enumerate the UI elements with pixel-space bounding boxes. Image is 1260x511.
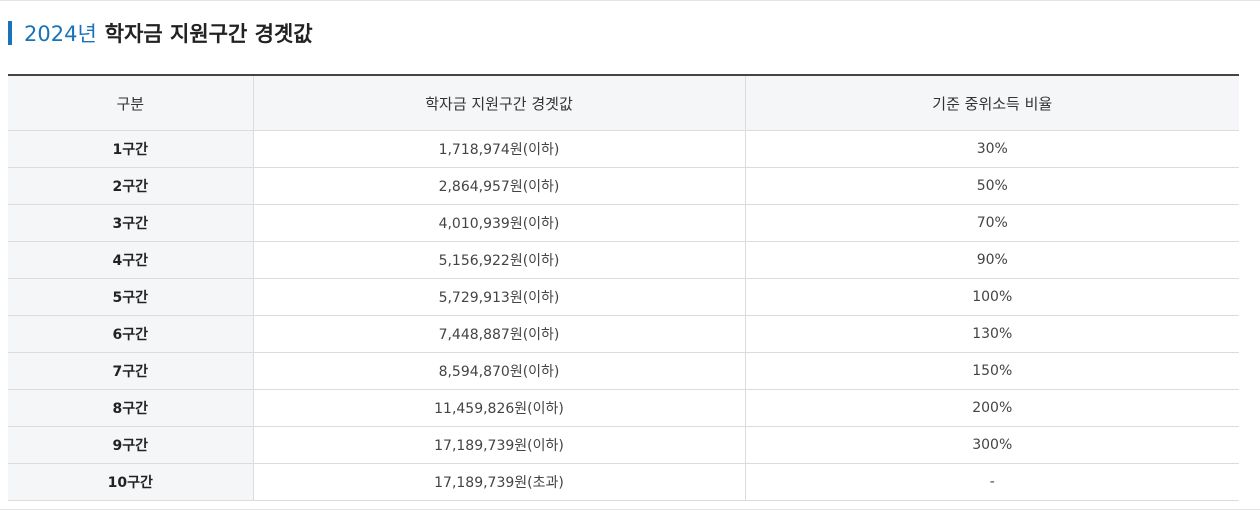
median-ratio-cell: 100% [744,278,1239,316]
table-row: 7구간 8,594,870원(이하) 150% [8,352,1239,390]
median-ratio-cell: - [744,463,1239,501]
table-row: 5구간 5,729,913원(이하) 100% [8,278,1239,316]
table-row: 10구간 17,189,739원(초과) - [8,463,1239,501]
bracket-label-cell: 1구간 [8,130,253,168]
table-header: 구분 학자금 지원구간 경곗값 기준 중위소득 비율 [8,75,1239,131]
table-row: 1구간 1,718,974원(이하) 30% [8,130,1239,168]
median-ratio-cell: 90% [744,241,1239,279]
bracket-label-cell: 8구간 [8,389,253,427]
table-body: 1구간 1,718,974원(이하) 30% 2구간 2,864,957원(이하… [8,130,1239,501]
threshold-cell: 7,448,887원(이하) [252,315,745,353]
bracket-label-cell: 6구간 [8,315,253,353]
table-row: 6구간 7,448,887원(이하) 130% [8,315,1239,353]
table-header-row: 구분 학자금 지원구간 경곗값 기준 중위소득 비율 [8,75,1239,131]
bracket-label-cell: 4구간 [8,241,253,279]
section-heading: 2024년 학자금 지원구간 경곗값 [8,20,313,46]
threshold-cell: 11,459,826원(이하) [252,389,745,427]
threshold-cell: 5,729,913원(이하) [252,278,745,316]
bracket-label-cell: 10구간 [8,463,253,501]
threshold-cell: 8,594,870원(이하) [252,352,745,390]
column-header-threshold: 학자금 지원구간 경곗값 [252,75,745,131]
bracket-label-cell: 2구간 [8,167,253,205]
heading-year: 2024년 [24,22,97,46]
table-row: 2구간 2,864,957원(이하) 50% [8,167,1239,205]
support-bracket-table: 구분 학자금 지원구간 경곗값 기준 중위소득 비율 1구간 1,718,974… [8,74,1239,501]
bracket-label-cell: 7구간 [8,352,253,390]
median-ratio-cell: 30% [744,130,1239,168]
threshold-cell: 5,156,922원(이하) [252,241,745,279]
bracket-label-cell: 5구간 [8,278,253,316]
bottom-divider [0,509,1260,510]
heading-accent-bar [8,21,12,45]
median-ratio-cell: 300% [744,426,1239,464]
threshold-cell: 2,864,957원(이하) [252,167,745,205]
median-ratio-cell: 130% [744,315,1239,353]
heading-title: 학자금 지원구간 경곗값 [104,22,313,46]
table-row: 9구간 17,189,739원(이하) 300% [8,426,1239,464]
bracket-label-cell: 9구간 [8,426,253,464]
threshold-cell: 4,010,939원(이하) [252,204,745,242]
top-divider [0,0,1260,1]
median-ratio-cell: 70% [744,204,1239,242]
table-row: 3구간 4,010,939원(이하) 70% [8,204,1239,242]
column-header-median-ratio: 기준 중위소득 비율 [744,75,1239,131]
median-ratio-cell: 50% [744,167,1239,205]
table-row: 4구간 5,156,922원(이하) 90% [8,241,1239,279]
threshold-cell: 17,189,739원(이하) [252,426,745,464]
column-header-category: 구분 [8,75,253,131]
table-row: 8구간 11,459,826원(이하) 200% [8,389,1239,427]
threshold-cell: 17,189,739원(초과) [252,463,745,501]
median-ratio-cell: 200% [744,389,1239,427]
bracket-label-cell: 3구간 [8,204,253,242]
threshold-cell: 1,718,974원(이하) [252,130,745,168]
median-ratio-cell: 150% [744,352,1239,390]
